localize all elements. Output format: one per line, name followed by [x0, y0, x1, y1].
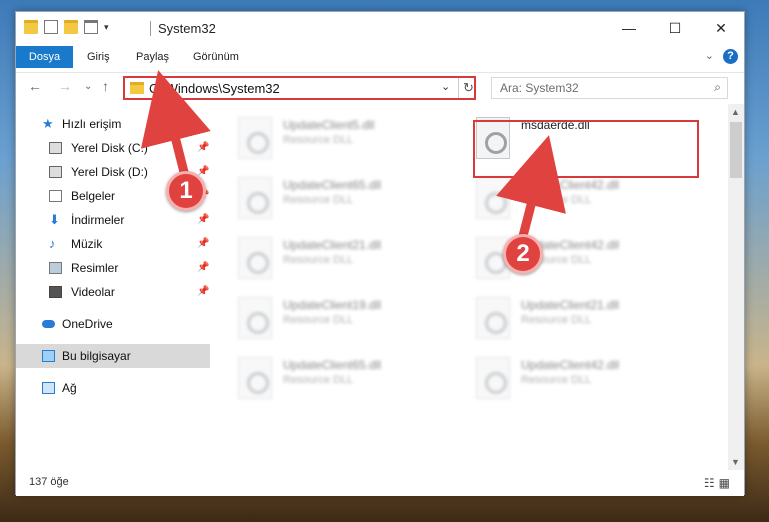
step-badge-1: 1	[166, 171, 206, 211]
arrow-to-file	[496, 135, 566, 242]
annotation-arrows	[140, 70, 566, 242]
step-badge-2: 2	[503, 234, 543, 274]
arrow-to-address-bar	[140, 70, 211, 182]
